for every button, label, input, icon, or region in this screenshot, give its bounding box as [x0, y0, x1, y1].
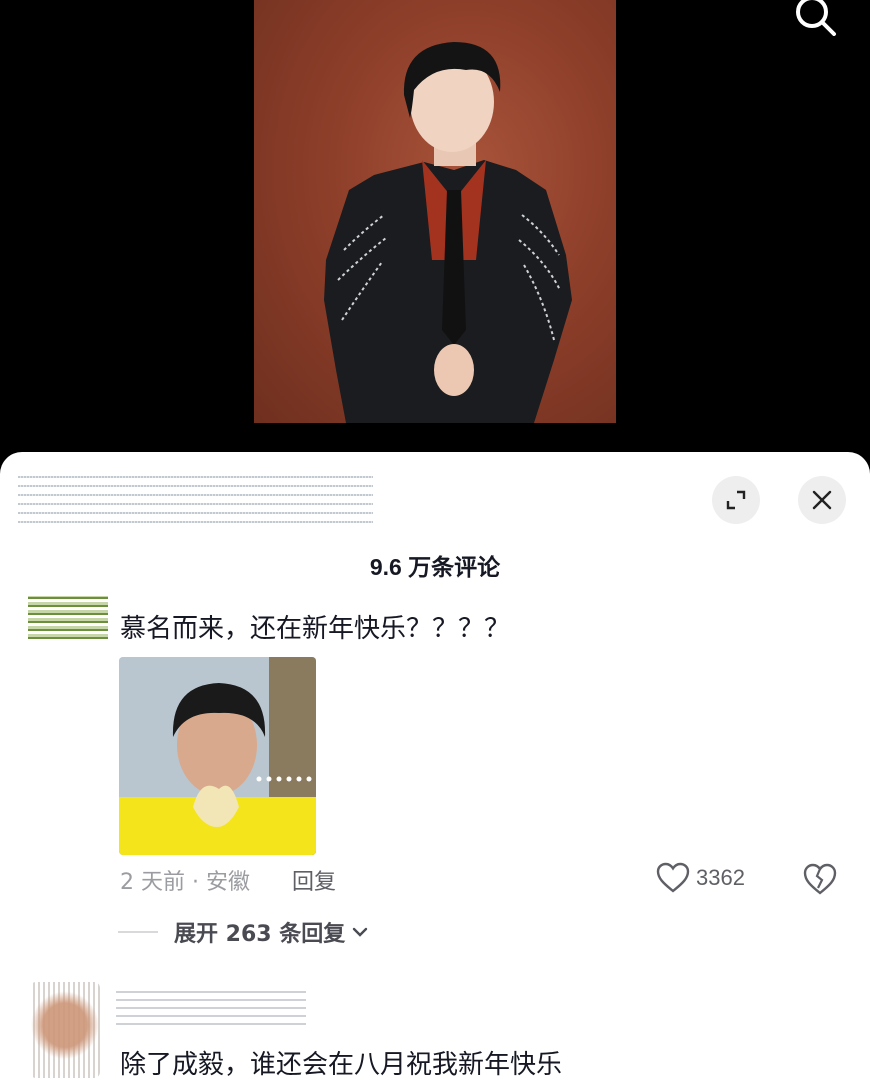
close-icon [812, 490, 832, 510]
expand-button[interactable] [712, 476, 760, 524]
blurred-username [116, 990, 306, 1028]
like-button[interactable]: 3362 [656, 860, 745, 896]
comment-meta: 2 天前 · 安徽 [120, 864, 250, 896]
expand-replies-label: 展开 263 条回复 [174, 922, 346, 947]
comment-image[interactable] [119, 657, 316, 855]
comment-count-title: 9.6 万条评论 [369, 554, 501, 580]
comment-text[interactable]: 除了成毅，谁还会在八月祝我新年快乐 [120, 1044, 562, 1080]
heart-icon [656, 862, 690, 893]
broken-heart-icon [803, 863, 837, 895]
video-cover-image[interactable] [254, 0, 616, 423]
comments-sheet: 9.6 万条评论 慕名而来，还在新年快乐？？？？ 2 天前 · 安徽 回复 33… [0, 452, 870, 1080]
meta-separator: · [192, 870, 199, 895]
expand-replies-button[interactable]: 展开 263 条回复 [118, 916, 369, 948]
comment-location: 安徽 [206, 870, 251, 895]
expand-icon [726, 490, 746, 510]
comment-text[interactable]: 慕名而来，还在新年快乐？？？？ [120, 608, 510, 645]
search-button[interactable] [790, 0, 838, 36]
video-area[interactable] [0, 0, 870, 460]
divider-line [118, 931, 158, 933]
blurred-header-text [18, 472, 373, 526]
search-icon [796, 0, 836, 36]
comment-time: 2 天前 [120, 870, 185, 895]
chevron-down-icon [353, 927, 368, 937]
like-count: 3362 [696, 865, 745, 890]
avatar[interactable] [28, 596, 108, 642]
close-button[interactable] [798, 476, 846, 524]
avatar[interactable] [30, 982, 100, 1078]
reply-button[interactable]: 回复 [292, 864, 336, 896]
dislike-button[interactable] [802, 862, 838, 896]
